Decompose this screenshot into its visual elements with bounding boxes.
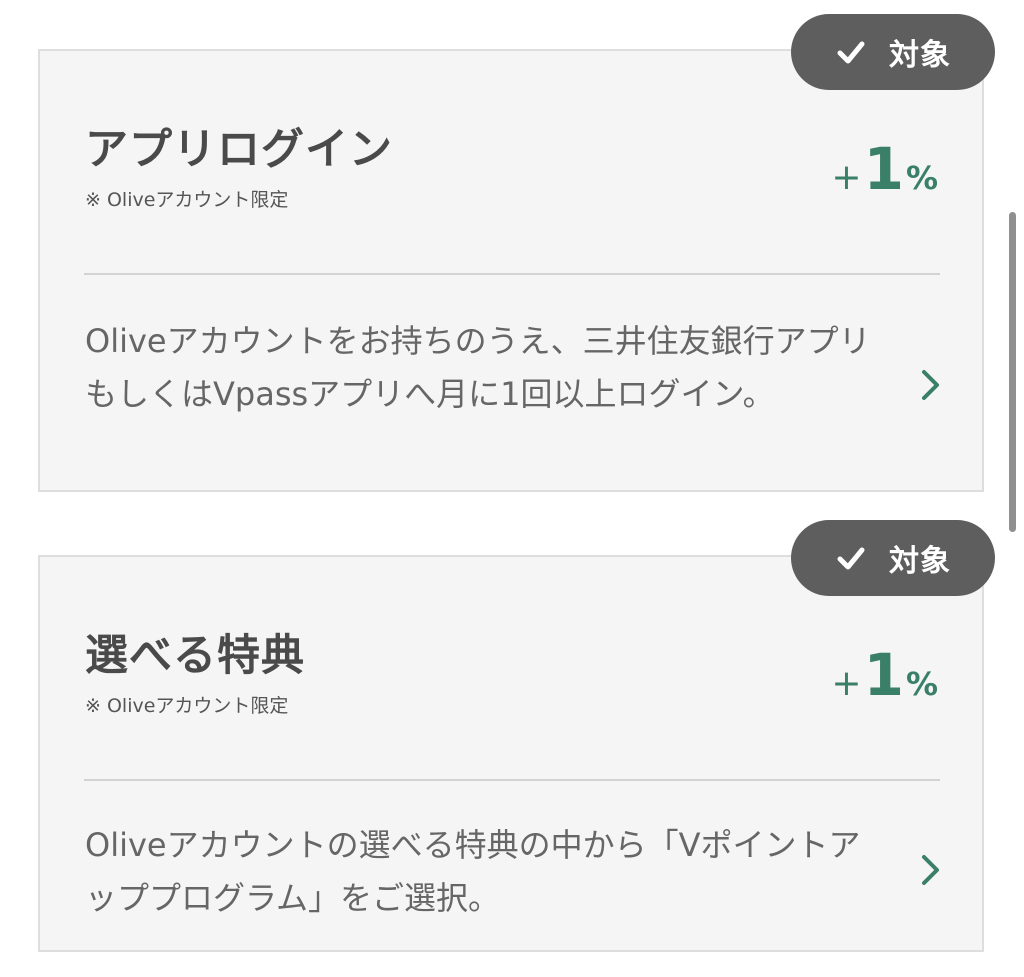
card-note: ※ Oliveアカウント限定 (85, 189, 289, 211)
card-description[interactable]: Oliveアカウントをお持ちのうえ、三井住友銀行アプリもしくはVpassアプリへ… (85, 315, 875, 421)
point-rate-value: 1 (863, 641, 904, 709)
benefit-card-app-login[interactable]: 対象 アプリログイン ※ Oliveアカウント限定 + 1 % Oliveアカウ… (38, 14, 995, 492)
status-badge: 対象 (791, 520, 995, 596)
status-badge-label: 対象 (889, 38, 951, 73)
status-badge: 対象 (791, 14, 995, 90)
benefit-card-selectable-perk[interactable]: 対象 選べる特典 ※ Oliveアカウント限定 + 1 % Oliveアカウント… (38, 520, 995, 952)
status-badge-label: 対象 (889, 544, 951, 579)
point-rate-unit: % (905, 159, 938, 197)
check-icon (835, 36, 867, 68)
chevron-right-icon[interactable] (920, 368, 942, 402)
point-rate: + 1 % (831, 641, 938, 709)
point-rate-prefix: + (831, 157, 862, 198)
chevron-right-icon[interactable] (920, 853, 942, 887)
check-icon (835, 542, 867, 574)
card-description[interactable]: Oliveアカウントの選べる特典の中から「Vポイントアッププログラム」をご選択。 (85, 819, 875, 925)
card-note: ※ Oliveアカウント限定 (85, 695, 289, 717)
scrollbar-thumb[interactable] (1009, 212, 1016, 532)
point-rate-value: 1 (863, 135, 904, 203)
card-divider (84, 779, 940, 781)
point-rate: + 1 % (831, 135, 938, 203)
point-rate-unit: % (905, 665, 938, 703)
card-title: アプリログイン (85, 125, 393, 175)
card-divider (84, 273, 940, 275)
point-rate-prefix: + (831, 663, 862, 704)
card-title: 選べる特典 (85, 631, 305, 681)
